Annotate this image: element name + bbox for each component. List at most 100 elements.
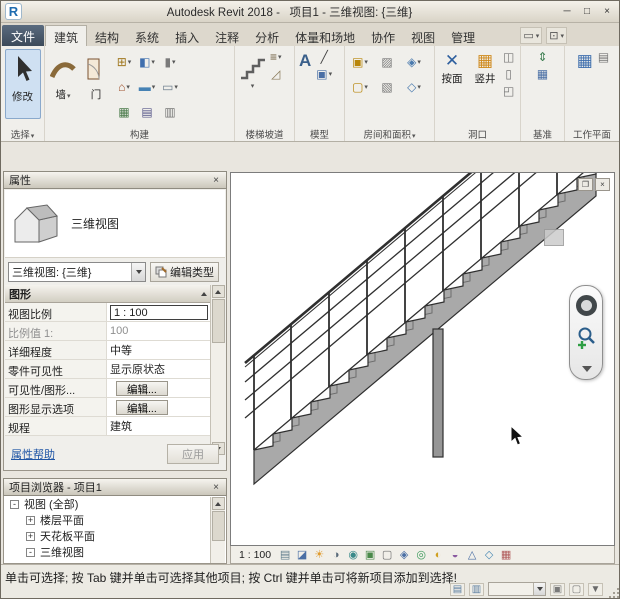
detail-level-icon[interactable]: ▤	[277, 548, 293, 562]
maximize-button[interactable]: □	[577, 4, 597, 20]
scroll-thumb[interactable]	[212, 299, 225, 343]
browser-scrollbar[interactable]	[210, 497, 225, 563]
railing-tool-icon[interactable]: ≡	[270, 50, 282, 64]
floor-tool-icon[interactable]: ▭	[159, 75, 181, 99]
tab-manage[interactable]: 管理	[443, 26, 483, 46]
model-line-tool-icon[interactable]: ╱	[316, 50, 332, 64]
room-tool-icon[interactable]: ▣	[347, 50, 373, 74]
tag-area-tool-icon[interactable]: ◇	[401, 75, 427, 99]
level-tool-icon[interactable]: ⇕	[537, 50, 548, 64]
crop-region-visibility-icon[interactable]: ▢	[379, 548, 395, 562]
design-options-icon[interactable]: ▥	[469, 583, 484, 596]
constraints-icon[interactable]: ▦	[498, 548, 514, 562]
window-tool-icon[interactable]: ⊞	[113, 50, 135, 74]
opening-by-face-button[interactable]: ✕ 按面	[437, 49, 467, 89]
browser-scroll-up-icon[interactable]	[212, 497, 225, 510]
discipline-value[interactable]: 建筑	[107, 417, 211, 435]
tab-collaborate[interactable]: 协作	[363, 26, 403, 46]
ceiling-tool-icon[interactable]: ▬	[136, 75, 158, 99]
tree-item-ceiling-plans[interactable]: + 天花板平面	[4, 528, 226, 544]
curtain-system-tool-icon[interactable]: ▦	[113, 100, 135, 124]
panel-options-icon[interactable]: ⊡	[546, 27, 567, 44]
tree-expand-icon[interactable]: +	[26, 532, 35, 541]
section-graphics[interactable]: 图形	[5, 285, 211, 303]
reveal-hidden-icon[interactable]: ◐	[430, 548, 446, 562]
tab-annotate[interactable]: 注释	[207, 26, 247, 46]
dormer-opening-tool-icon[interactable]: ◰	[503, 84, 514, 98]
view-close-icon[interactable]: ×	[595, 178, 610, 191]
grid-tool-icon[interactable]: ▦	[537, 67, 548, 81]
railing-posts[interactable]	[254, 173, 557, 450]
analytical-model-icon[interactable]: △	[464, 548, 480, 562]
edit-type-button[interactable]: 编辑类型	[150, 262, 219, 282]
drawing-area[interactable]: ❐ ×	[230, 172, 615, 546]
detail-level-value[interactable]: 中等	[107, 341, 211, 359]
tab-view[interactable]: 视图	[403, 26, 443, 46]
properties-help-link[interactable]: 属性帮助	[11, 446, 55, 462]
shadows-icon[interactable]: ◑	[328, 548, 344, 562]
crop-view-icon[interactable]: ▣	[362, 548, 378, 562]
sun-path-icon[interactable]: ☀	[311, 548, 327, 562]
room-area-group-label[interactable]: 房间和面积	[345, 127, 434, 140]
curtain-grid-tool-icon[interactable]: ▤	[136, 100, 158, 124]
project-browser-close-icon[interactable]: ×	[211, 482, 221, 493]
column-tool-icon[interactable]: ▮	[159, 50, 181, 74]
close-button[interactable]: ×	[597, 4, 617, 20]
temporary-view-properties-icon[interactable]: ◒	[447, 548, 463, 562]
properties-close-icon[interactable]: ×	[211, 175, 221, 186]
model-text-button[interactable]: A	[297, 49, 313, 73]
select-group-label[interactable]: 选择	[1, 127, 44, 140]
mullion-tool-icon[interactable]: ▥	[159, 100, 181, 124]
visibility-edit-button[interactable]: 编辑...	[116, 381, 168, 396]
tree-item-views[interactable]: - 视图 (全部)	[4, 496, 226, 512]
worksharing-icon[interactable]: ▤	[450, 583, 465, 596]
type-preview[interactable]: 三维视图	[5, 190, 225, 258]
resize-grip[interactable]	[609, 588, 619, 598]
tab-analyze[interactable]: 分析	[247, 26, 287, 46]
view-scale-button[interactable]: 1 : 100	[234, 549, 276, 561]
temporary-hide-isolate-icon[interactable]: ◎	[413, 548, 429, 562]
room-separator-tool-icon[interactable]: ▨	[374, 50, 400, 74]
steering-wheel-icon[interactable]	[576, 295, 597, 316]
view-lock-icon[interactable]: ◈	[396, 548, 412, 562]
tree-item-floor-plans[interactable]: + 楼层平面	[4, 512, 226, 528]
roof-tool-icon[interactable]: ⌂	[113, 75, 135, 99]
navbar-chevron-icon[interactable]	[582, 366, 592, 372]
ramp-tool-icon[interactable]: ◿	[270, 67, 282, 81]
vertical-opening-tool-icon[interactable]: ▯	[503, 67, 514, 81]
tree-item-3d-views[interactable]: - 三维视图	[4, 544, 226, 560]
filter-icon[interactable]: ▼	[588, 583, 603, 596]
tab-structure[interactable]: 结构	[87, 26, 127, 46]
selection-combo-arrow-icon[interactable]	[533, 583, 545, 595]
view-restore-icon[interactable]: ❐	[578, 178, 593, 191]
shaft-opening-button[interactable]: ▦ 竖井	[470, 49, 500, 89]
tab-architecture[interactable]: 建筑	[45, 25, 87, 46]
zoom-icon[interactable]	[576, 326, 598, 350]
navigation-bar[interactable]	[569, 285, 603, 380]
tab-file[interactable]: 文件	[2, 25, 44, 46]
tree-expand-icon[interactable]: +	[26, 516, 35, 525]
properties-scrollbar[interactable]	[210, 285, 225, 455]
tab-massing-site[interactable]: 体量和场地	[287, 26, 363, 46]
door-button[interactable]: 门	[82, 49, 110, 105]
show-workplane-tool-icon[interactable]: ▤	[598, 50, 609, 64]
modify-button[interactable]: 修改	[5, 49, 41, 119]
wall-opening-tool-icon[interactable]: ◫	[503, 50, 514, 64]
tree-collapse-icon[interactable]: -	[26, 548, 35, 557]
scroll-up-icon[interactable]	[212, 285, 225, 298]
apply-button[interactable]: 应用	[167, 444, 219, 464]
wall-button[interactable]: 墙	[47, 49, 79, 105]
component-tool-icon[interactable]: ◧	[136, 50, 158, 74]
railing-rails[interactable]	[245, 173, 583, 418]
editable-only-icon[interactable]: ▢	[569, 583, 584, 596]
parts-visibility-value[interactable]: 显示原状态	[107, 360, 211, 378]
area-boundary-tool-icon[interactable]: ▧	[374, 75, 400, 99]
tab-insert[interactable]: 插入	[167, 26, 207, 46]
revit-logo-icon[interactable]: R	[5, 3, 22, 20]
minimize-button[interactable]: ─	[557, 4, 577, 20]
collapse-section-icon[interactable]	[201, 292, 207, 296]
set-workplane-button[interactable]: ▦	[575, 49, 595, 73]
render-dialog-icon[interactable]: ◉	[345, 548, 361, 562]
graphic-display-edit-button[interactable]: 编辑...	[116, 400, 168, 415]
ribbon-display-toggle-icon[interactable]: ▭	[520, 27, 542, 44]
